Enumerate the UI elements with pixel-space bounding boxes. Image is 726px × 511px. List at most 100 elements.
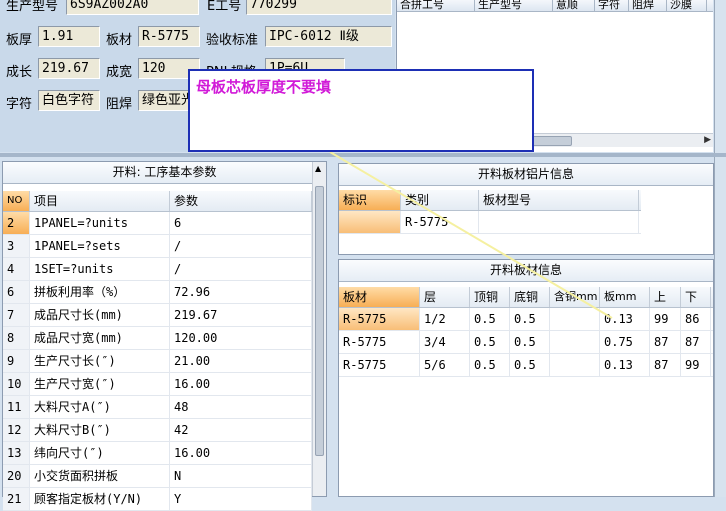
params-col-no[interactable]: NO (3, 191, 30, 211)
scroll-right-arrow-icon[interactable]: ▶ (704, 135, 711, 145)
sheet-col-up[interactable]: 上 (650, 287, 681, 307)
sheet-row[interactable]: R-5775 3/4 0.5 0.5 0.75 87 87 (339, 331, 713, 354)
params-col-value[interactable]: 参数 (170, 191, 312, 211)
merge-col-char[interactable]: 字符 (595, 0, 629, 11)
merge-col-model[interactable]: 生产型号 (475, 0, 553, 11)
sheet-col-board-mm[interactable]: 板mm (600, 287, 650, 307)
sheet-cell-down[interactable]: 99 (681, 354, 711, 376)
params-cell-value[interactable]: / (170, 258, 312, 280)
params-cell-value[interactable]: 21.00 (170, 350, 312, 372)
sheet-cell-up[interactable]: 87 (650, 354, 681, 376)
params-row[interactable]: 13 纬向尺寸(″) 16.00 (3, 442, 312, 465)
params-vscrollbar[interactable]: ▲ (312, 162, 326, 496)
params-cell-no[interactable]: 7 (3, 304, 30, 326)
production-model-field[interactable]: 6S9AZ002A0 (66, 0, 199, 15)
params-row[interactable]: 6 拼板利用率（%） 72.96 (3, 281, 312, 304)
sheet-row[interactable]: R-5775 5/6 0.5 0.5 0.13 87 99 (339, 354, 713, 377)
params-cell-item[interactable]: 拼板利用率（%） (30, 281, 170, 303)
params-cell-no[interactable]: 11 (3, 396, 30, 418)
sheet-col-top-cu[interactable]: 顶铜 (470, 287, 510, 307)
sheet-col-bottom-cu[interactable]: 底铜 (510, 287, 550, 307)
params-cell-item[interactable]: 成品尺寸长(mm) (30, 304, 170, 326)
params-row[interactable]: 21 顾客指定板材(Y/N) Y (3, 488, 312, 511)
sheet-cell-down[interactable]: 87 (681, 331, 711, 353)
params-cell-no[interactable]: 13 (3, 442, 30, 464)
merge-col-film[interactable]: 沙膜 (667, 0, 707, 11)
params-cell-item[interactable]: 小交货面积拼板 (30, 465, 170, 487)
params-cell-no[interactable]: 4 (3, 258, 30, 280)
params-cell-no[interactable]: 9 (3, 350, 30, 372)
params-cell-value[interactable]: 48 (170, 396, 312, 418)
params-cell-item[interactable]: 纬向尺寸(″) (30, 442, 170, 464)
params-row[interactable]: 20 小交货面积拼板 N (3, 465, 312, 488)
sheet-col-layer[interactable]: 层 (420, 287, 470, 307)
al-col-model[interactable]: 板材型号 (479, 190, 639, 210)
params-cell-item[interactable]: 成品尺寸宽(mm) (30, 327, 170, 349)
sheet-cell-board[interactable]: 0.13 (600, 354, 650, 376)
process-params-grid[interactable]: NO 项目 参数 2 1PANEL=?units 6 3 1PANEL=?sets/4 1… (3, 191, 312, 511)
sheet-cell-layer[interactable]: 3/4 (420, 331, 470, 353)
params-row[interactable]: 10 生产尺寸宽(″) 16.00 (3, 373, 312, 396)
acceptance-field[interactable]: IPC-6012 Ⅱ级 (265, 26, 392, 47)
params-cell-no[interactable]: 12 (3, 419, 30, 441)
params-cell-item[interactable]: 大料尺寸A(″) (30, 396, 170, 418)
params-row[interactable]: 3 1PANEL=?sets / (3, 235, 312, 258)
char-field[interactable]: 白色字符 (38, 90, 100, 111)
params-cell-no[interactable]: 6 (3, 281, 30, 303)
merge-col-yishun[interactable]: 意顺 (553, 0, 595, 11)
merge-col-job[interactable]: 合拼工号 (397, 0, 475, 11)
al-cell-mark[interactable] (339, 211, 401, 233)
merge-col-mask[interactable]: 阻焊 (629, 0, 667, 11)
sheet-cell-material[interactable]: R-5775 (339, 308, 420, 330)
params-cell-no[interactable]: 8 (3, 327, 30, 349)
sheet-cell-bottom[interactable]: 0.5 (510, 308, 550, 330)
params-cell-item[interactable]: 1PANEL=?units (30, 212, 170, 234)
sheet-cell-up[interactable]: 87 (650, 331, 681, 353)
sheet-cell-top[interactable]: 0.5 (470, 331, 510, 353)
sheet-cell-cu[interactable] (550, 354, 600, 376)
al-cell-category[interactable]: R-5775 (401, 211, 479, 233)
params-cell-value[interactable]: 219.67 (170, 304, 312, 326)
sheet-cell-board[interactable]: 0.75 (600, 331, 650, 353)
sheet-col-material[interactable]: 板材 (339, 287, 420, 307)
params-row[interactable]: 4 1SET=?units / (3, 258, 312, 281)
params-cell-item[interactable]: 顾客指定板材(Y/N) (30, 488, 170, 510)
al-cell-model[interactable] (479, 211, 639, 233)
params-cell-no[interactable]: 2 (3, 212, 30, 234)
sheet-cell-material[interactable]: R-5775 (339, 331, 420, 353)
params-cell-no[interactable]: 21 (3, 488, 30, 510)
params-cell-no[interactable]: 20 (3, 465, 30, 487)
params-cell-value[interactable]: 72.96 (170, 281, 312, 303)
params-row[interactable]: 2 1PANEL=?units 6 (3, 212, 312, 235)
material-field[interactable]: R-5775 (138, 26, 200, 47)
params-cell-no[interactable]: 10 (3, 373, 30, 395)
params-cell-value[interactable]: / (170, 235, 312, 257)
splitter[interactable] (0, 153, 726, 157)
params-cell-value[interactable]: N (170, 465, 312, 487)
thickness-field[interactable]: 1.91 (38, 26, 100, 47)
sheet-col-down[interactable]: 下 (681, 287, 711, 307)
length-field[interactable]: 219.67 (38, 58, 100, 79)
params-cell-value[interactable]: 16.00 (170, 373, 312, 395)
sheet-info-grid[interactable]: 板材 层 顶铜 底铜 含铜mm 板mm 上 下 R-5775 1/2 0.5 0.5 0… (339, 287, 713, 377)
params-cell-value[interactable]: 42 (170, 419, 312, 441)
params-row[interactable]: 8 成品尺寸宽(mm) 120.00 (3, 327, 312, 350)
params-col-item[interactable]: 项目 (30, 191, 170, 211)
params-cell-value[interactable]: 120.00 (170, 327, 312, 349)
eng-no-field[interactable]: 770299 (246, 0, 392, 15)
vscroll-thumb[interactable] (315, 186, 324, 456)
sheet-cell-up[interactable]: 99 (650, 308, 681, 330)
al-row[interactable]: R-5775 (339, 211, 641, 234)
sheet-row[interactable]: R-5775 1/2 0.5 0.5 0.13 99 86 (339, 308, 713, 331)
params-cell-value[interactable]: Y (170, 488, 312, 510)
params-cell-item[interactable]: 1PANEL=?sets (30, 235, 170, 257)
params-row[interactable]: 7 成品尺寸长(mm) 219.67 (3, 304, 312, 327)
sheet-cell-layer[interactable]: 1/2 (420, 308, 470, 330)
sheet-cell-layer[interactable]: 5/6 (420, 354, 470, 376)
sheet-cell-material[interactable]: R-5775 (339, 354, 420, 376)
params-row[interactable]: 11 大料尺寸A(″) 48 (3, 396, 312, 419)
params-cell-item[interactable]: 生产尺寸长(″) (30, 350, 170, 372)
params-row[interactable]: 12 大料尺寸B(″) 42 (3, 419, 312, 442)
sheet-col-cu-mm[interactable]: 含铜mm (550, 287, 600, 307)
scroll-up-arrow-icon[interactable]: ▲ (315, 164, 321, 173)
